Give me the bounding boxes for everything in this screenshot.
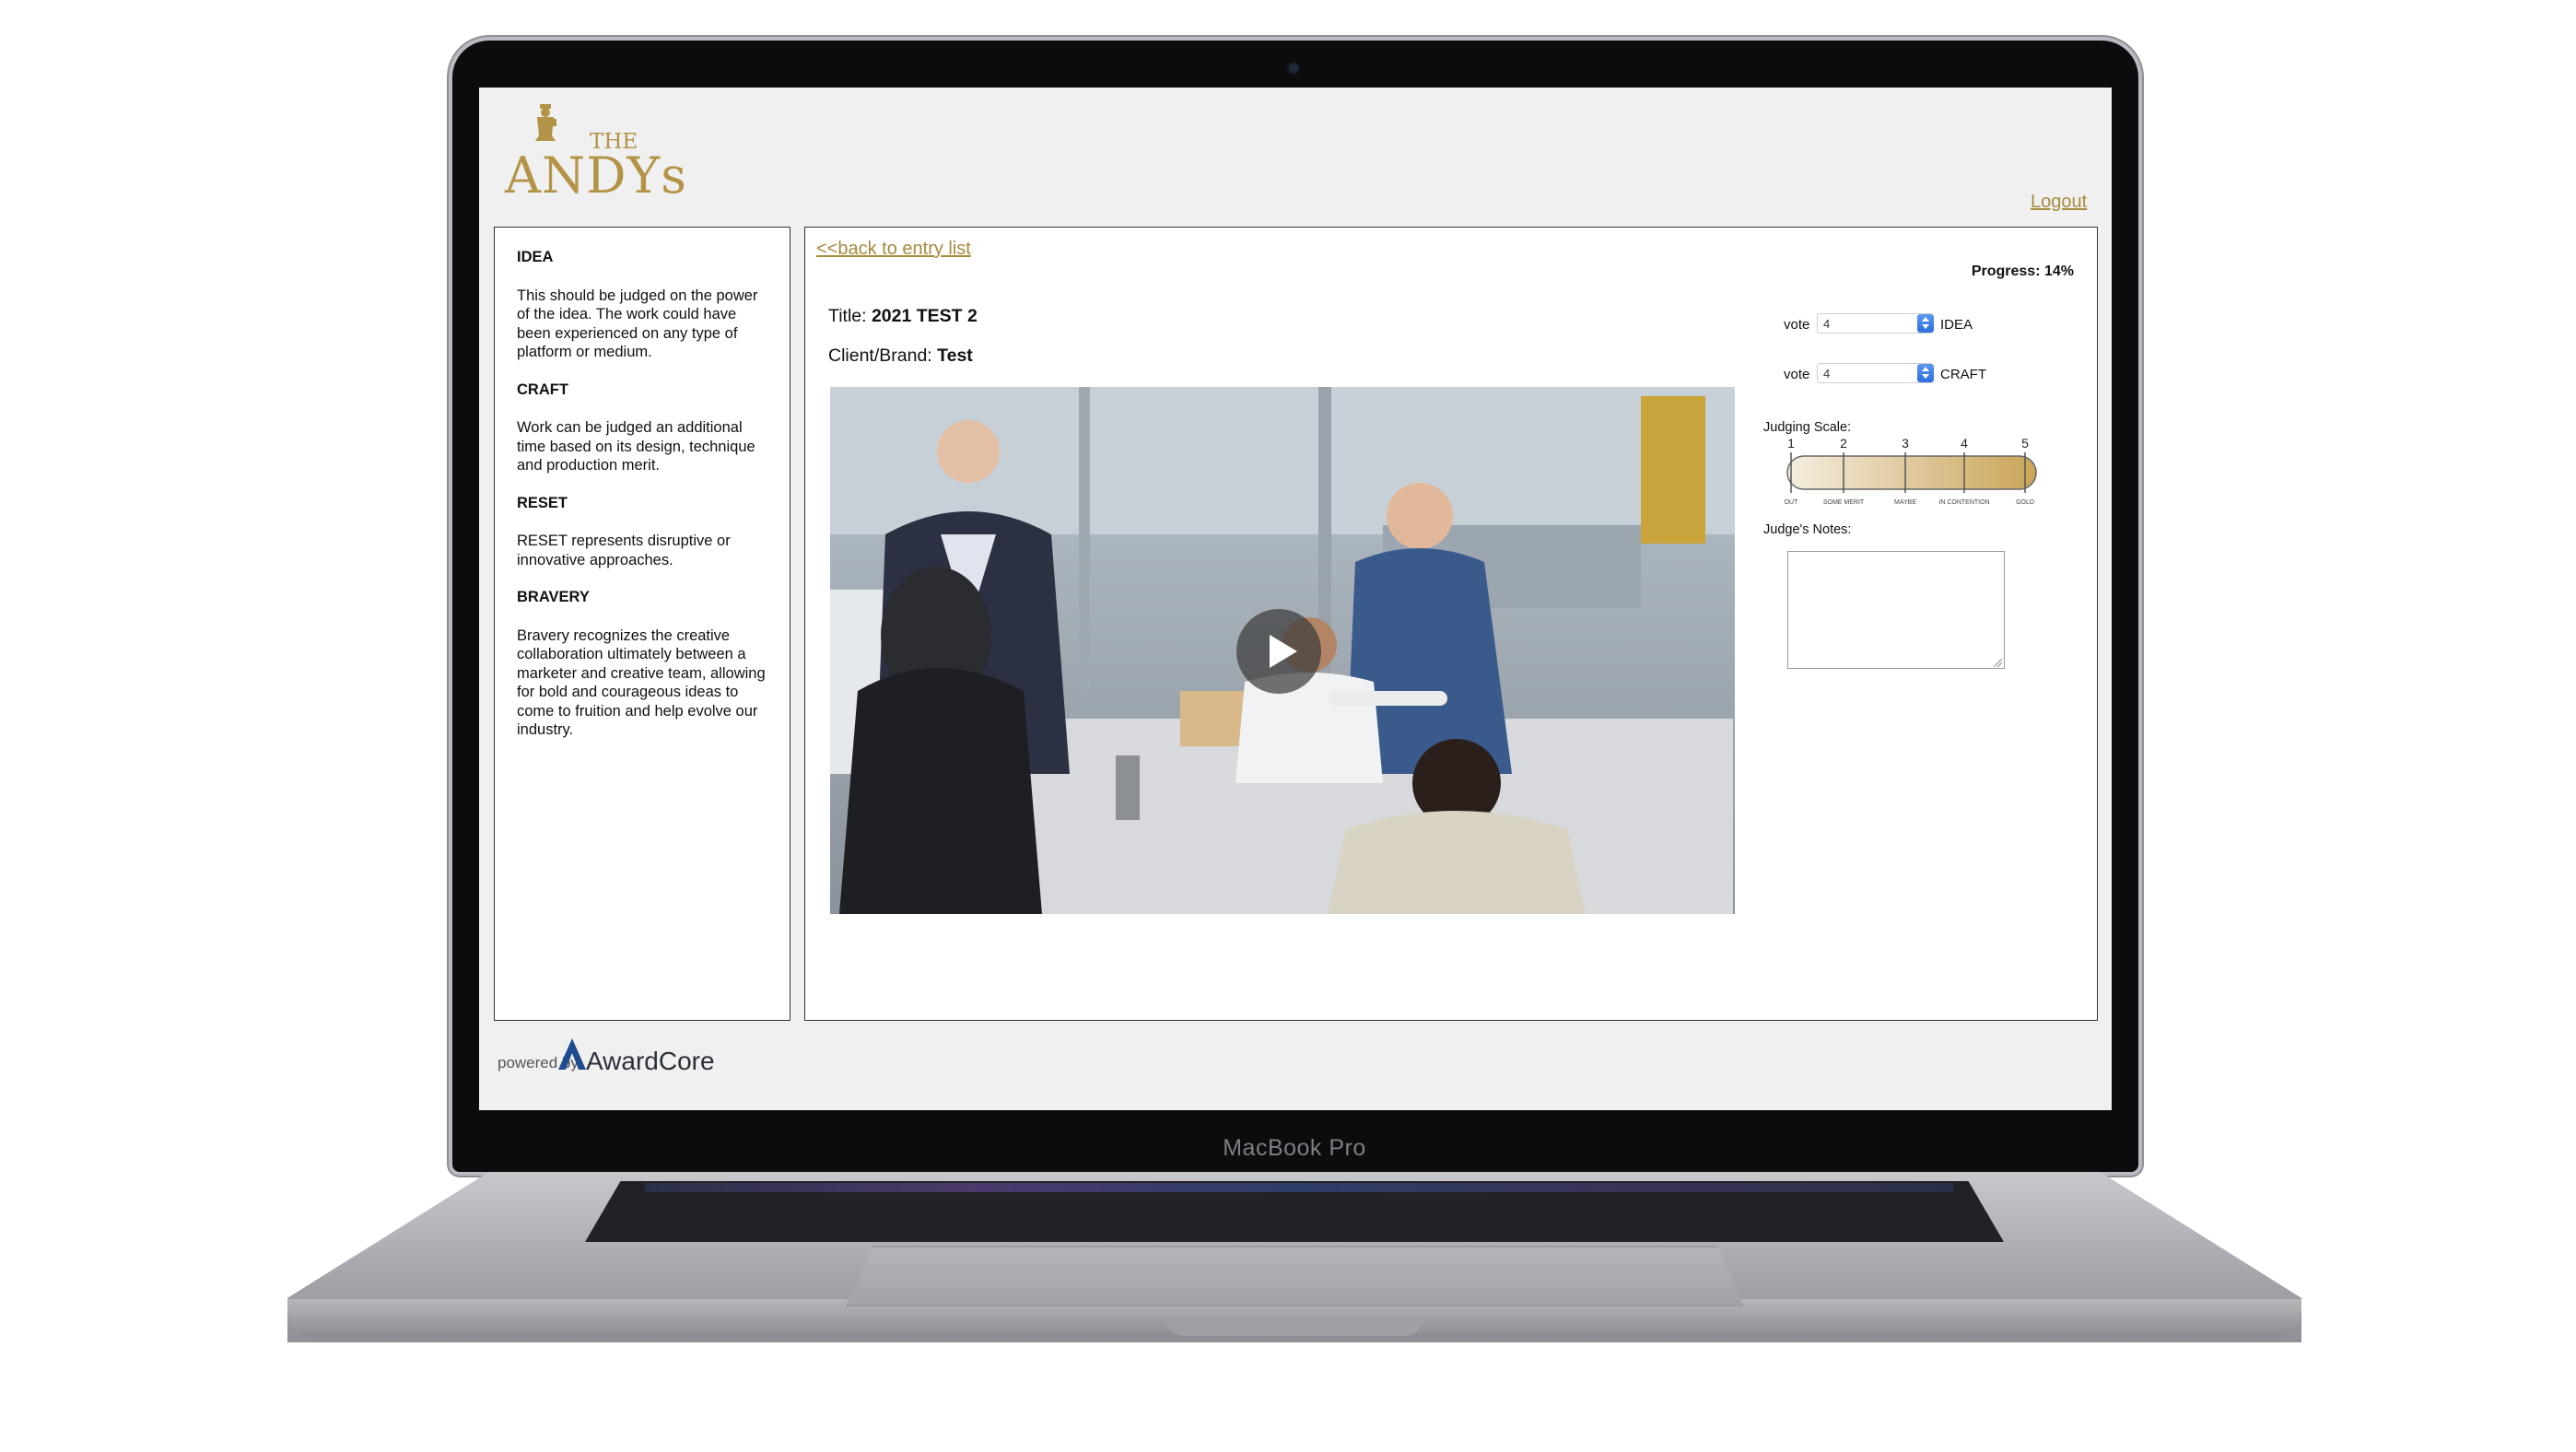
vote-label: vote [1784,317,1810,333]
criteria-panel: IDEA This should be judged on the power … [494,227,790,1021]
criterion-title: CRAFT [517,381,568,398]
trackpad [846,1246,1744,1306]
webcam [1289,64,1298,73]
criterion-description: RESET represents disruptive or innovativ… [517,533,731,568]
title-value: 2021 TEST 2 [871,306,978,326]
entry-client: Client/Brand: Test [828,345,973,367]
judges-notes-label: Judge's Notes: [1763,522,1852,537]
judging-scale-graphic: 1 2 3 4 5 OUT SOME MERIT MAYBE IN CONTEN… [1785,436,2037,506]
scale-number: 4 [1961,436,1968,451]
scale-number: 2 [1840,436,1847,451]
vote-criterion-label: CRAFT [1940,367,1986,382]
judges-notes-textarea[interactable] [1787,551,2005,669]
scale-caption: GOLD [2016,499,2034,506]
scale-caption: MAYBE [1894,499,1916,506]
criterion-description: Work can be judged an additional time ba… [517,419,755,474]
scale-number: 5 [2021,436,2029,451]
entry-title: Title: 2021 TEST 2 [828,306,978,327]
title-label: Title: [828,306,872,326]
laptop-notch [1165,1317,1423,1336]
andys-logo: THE ANDYs [505,104,689,205]
play-button[interactable] [1236,609,1321,694]
touch-bar [645,1183,1953,1192]
logout-link[interactable]: Logout [2031,192,2087,213]
device-label: MacBook Pro [1223,1135,1366,1161]
vote-select-idea[interactable]: 4 [1817,313,1933,334]
screen: THE ANDYs Logout IDEA This should be jud… [479,88,2112,1110]
client-value: Test [937,345,973,366]
logo-andys-text: ANDYs [505,146,687,205]
scale-number: 3 [1902,436,1909,451]
criterion-title: RESET [517,494,568,511]
vote-criterion-label: IDEA [1940,317,1973,333]
scale-caption: OUT [1785,499,1799,506]
entry-panel: <<back to entry list Progress: 14% Title… [804,227,2098,1021]
criterion-title: IDEA [517,249,554,265]
awardcore-logo-icon [558,1038,586,1070]
video-player[interactable] [830,387,1735,914]
scale-caption: IN CONTENTION [1938,499,1989,506]
progress-indicator: Progress: 14% [1971,263,2074,279]
resize-grip-icon[interactable] [1992,657,2003,668]
client-label: Client/Brand: [828,345,938,366]
vote-label: vote [1784,367,1810,382]
awardcore-brand-text: AwardCore [586,1047,715,1075]
vote-select-craft[interactable]: 4 [1817,363,1933,383]
criterion-title: BRAVERY [517,589,590,605]
back-to-entry-list-link[interactable]: <<back to entry list [816,239,971,260]
scale-number: 1 [1787,436,1795,451]
andy-figure-icon [535,104,556,141]
select-stepper-icon[interactable] [1917,314,1934,333]
powered-by-awardcore: powered by AwardCore [498,1036,774,1083]
scale-caption: SOME MERIT [1823,499,1865,506]
criterion-description: This should be judged on the power of th… [517,287,758,361]
criterion-description: Bravery recognizes the creative collabor… [517,626,766,739]
select-stepper-icon[interactable] [1917,364,1934,382]
